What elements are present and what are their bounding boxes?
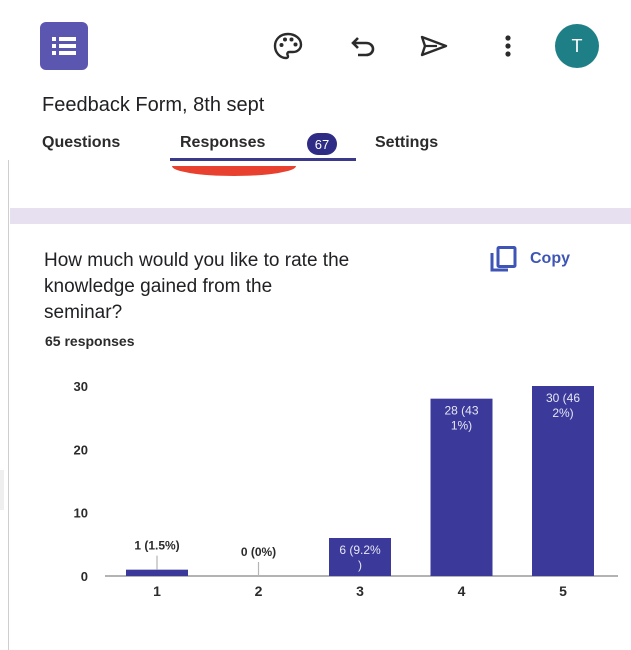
data-label: 6 (9.2% (339, 543, 381, 557)
tab-bar: Questions Responses 67 Settings (0, 128, 631, 168)
data-label: 0 (0%) (241, 545, 276, 559)
avatar[interactable]: T (555, 24, 599, 68)
copy-icon (490, 246, 517, 272)
tab-settings[interactable]: Settings (375, 134, 438, 152)
data-label: 28 (43 (444, 404, 478, 418)
data-label: 1%) (451, 419, 472, 433)
data-label: ) (358, 558, 362, 572)
data-label: 2%) (552, 406, 573, 420)
forms-app-icon[interactable] (40, 22, 88, 70)
tab-responses[interactable]: Responses (180, 134, 265, 152)
tab-questions[interactable]: Questions (42, 134, 120, 152)
question-title-line: How much would you like to rate the (44, 250, 350, 271)
bar-chart: 0 10 20 30 1 1 (1.5%) 2 0 (0%) 3 6 (9.2%) 4 28 (431… (74, 379, 618, 599)
undo-icon[interactable] (345, 28, 381, 64)
send-icon[interactable] (416, 28, 452, 64)
question-title: How much would you like to rate the know… (44, 248, 464, 326)
more-vert-icon[interactable] (490, 28, 526, 64)
active-tab-indicator (170, 158, 356, 161)
responses-count-badge: 67 (307, 133, 337, 155)
x-tick-label: 2 (255, 583, 263, 599)
x-tick-label: 4 (458, 583, 466, 599)
x-tick-label: 5 (559, 583, 567, 599)
section-header-band (10, 208, 631, 224)
copy-label: Copy (530, 250, 570, 267)
question-title-line: seminar? (44, 302, 123, 323)
question-title-line: knowledge gained from the (44, 276, 273, 297)
data-label: 1 (1.5%) (134, 539, 179, 553)
y-tick-label: 30 (74, 379, 88, 394)
scroll-progress-arc (172, 166, 296, 176)
top-app-bar: T (0, 0, 631, 90)
y-tick-label: 10 (74, 506, 88, 521)
x-tick-label: 3 (356, 583, 364, 599)
copy-chart-button[interactable]: Copy (488, 246, 570, 272)
form-title: Feedback Form, 8th sept (42, 94, 265, 116)
y-tick-label: 0 (81, 569, 88, 584)
y-tick-label: 20 (74, 442, 88, 457)
data-label: 30 (46 (546, 391, 580, 405)
responses-count: 65 responses (45, 333, 135, 349)
palette-icon[interactable] (270, 28, 306, 64)
bar (126, 569, 188, 576)
x-tick-label: 1 (153, 583, 161, 599)
